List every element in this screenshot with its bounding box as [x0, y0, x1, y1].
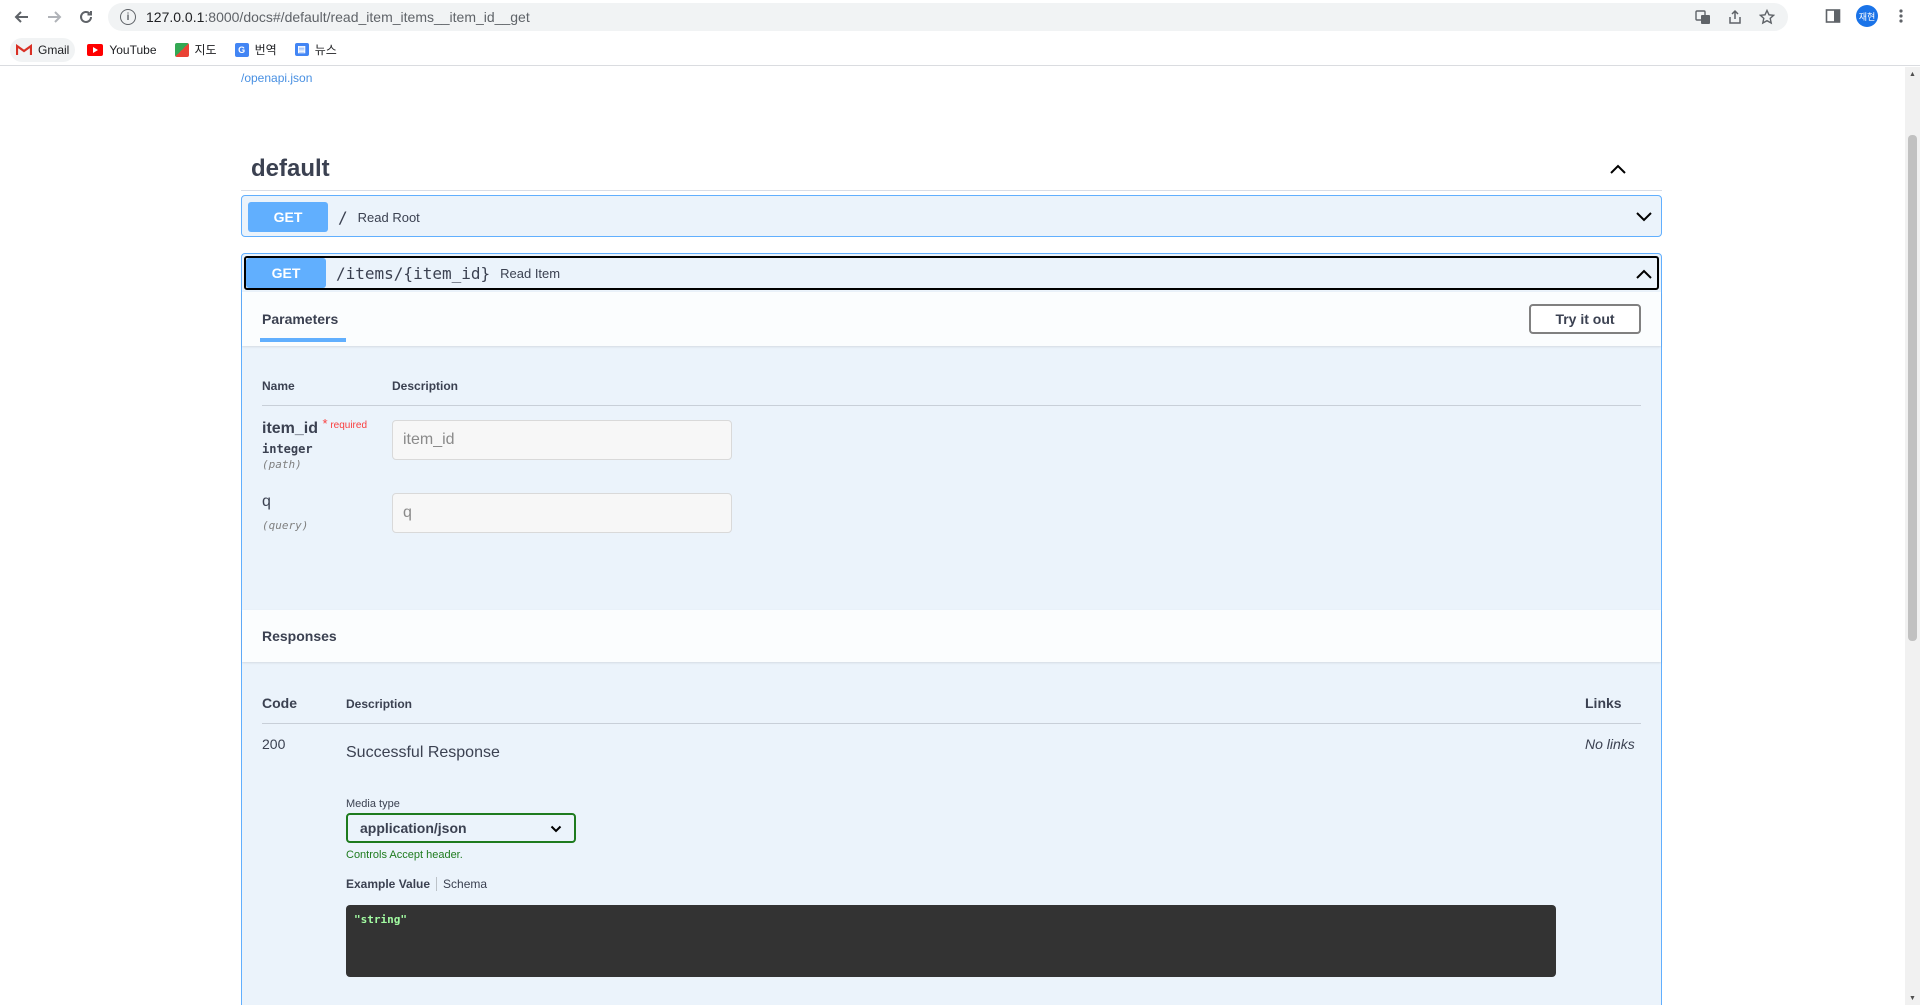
chevron-down-icon[interactable]: [1633, 206, 1655, 228]
chevron-up-icon[interactable]: [1633, 263, 1655, 285]
bookmarks-bar: Gmail YouTube 지도 G 번역 ▤ 뉴스: [0, 34, 1920, 66]
op-path: /: [338, 207, 348, 227]
responses-columns: Code Description Links: [262, 662, 1641, 724]
col-description: Description: [392, 378, 459, 393]
param-name: q: [262, 493, 271, 510]
maps-icon: [174, 42, 189, 57]
news-icon: ▤: [294, 43, 309, 56]
openapi-link[interactable]: /openapi.json: [241, 71, 312, 85]
media-type-select[interactable]: application/json: [346, 813, 576, 843]
page-scrollbar[interactable]: ▲ ▼: [1905, 67, 1920, 1005]
param-in: (path): [262, 458, 302, 471]
scroll-down-icon[interactable]: ▼: [1905, 991, 1920, 1005]
url-host: 127.0.0.1: [146, 9, 205, 25]
controls-accept-note: Controls Accept header.: [346, 849, 463, 861]
gmail-icon: [16, 43, 32, 56]
chevron-up-icon[interactable]: [1606, 157, 1630, 181]
bookmark-translate[interactable]: G 번역: [229, 38, 283, 62]
param-in: (query): [262, 519, 309, 532]
q-input[interactable]: [392, 493, 732, 533]
translate-icon: G: [234, 42, 249, 57]
bookmark-gmail[interactable]: Gmail: [10, 37, 76, 62]
forward-icon[interactable]: [38, 1, 70, 33]
url-path: :8000/docs#/default/read_item_items__ite…: [204, 9, 530, 25]
op-summary: Read Item: [500, 265, 561, 281]
bookmark-label: YouTube: [109, 42, 157, 57]
param-row-q: q (query): [262, 493, 1641, 533]
op-summary: Read Root: [357, 209, 420, 225]
browser-toolbar: i 127.0.0.1:8000/docs#/default/read_item…: [0, 0, 1920, 34]
reload-icon[interactable]: [70, 1, 102, 33]
response-code: 200: [262, 736, 286, 752]
tab-example-value[interactable]: Example Value: [346, 877, 438, 891]
bookmark-star-icon[interactable]: [1758, 8, 1776, 26]
example-code-block: "string": [346, 905, 1556, 977]
response-description: Successful Response: [346, 744, 500, 761]
item-id-input[interactable]: [392, 420, 732, 460]
response-row-200: 200 Successful Response Media type appli…: [262, 724, 1641, 977]
profile-avatar[interactable]: 재현: [1856, 5, 1878, 27]
translate-page-icon[interactable]: [1694, 8, 1712, 26]
youtube-icon: [87, 43, 104, 56]
col-description: Description: [346, 697, 413, 711]
tab-schema[interactable]: Schema: [437, 877, 487, 891]
method-badge: GET: [246, 258, 326, 288]
site-info-icon[interactable]: i: [120, 9, 136, 25]
swagger-page: /openapi.json default GET / Read Root GE…: [0, 67, 1905, 1005]
opblock-summary[interactable]: GET /items/{item_id} Read Item: [244, 256, 1659, 290]
responses-table: Code Description Links 200 Successful Re…: [242, 662, 1661, 977]
opblock-read-root[interactable]: GET / Read Root: [241, 195, 1662, 237]
back-icon[interactable]: [6, 1, 38, 33]
menu-kebab-icon[interactable]: [1892, 7, 1910, 25]
scroll-up-icon[interactable]: ▲: [1905, 67, 1920, 81]
col-name: Name: [262, 378, 295, 393]
param-row-item-id: item_id * required integer (path): [262, 416, 1641, 471]
param-name: item_id: [262, 420, 319, 437]
chevron-down-icon: [550, 820, 562, 836]
tab-parameters[interactable]: Parameters: [259, 292, 347, 346]
opblock-read-item: GET /items/{item_id} Read Item Parameter…: [241, 253, 1662, 1005]
param-type: integer: [262, 442, 313, 456]
tag-title: default: [251, 154, 330, 182]
parameters-table: Name Description item_id * required inte…: [242, 346, 1661, 610]
bookmark-maps[interactable]: 지도: [169, 38, 223, 62]
response-links: No links: [1585, 736, 1635, 752]
media-type-label: Media type: [346, 798, 400, 810]
tag-section-header[interactable]: default: [241, 147, 1662, 191]
col-links: Links: [1585, 695, 1622, 711]
parameters-columns: Name Description: [262, 366, 1641, 406]
bookmark-label: 뉴스: [314, 43, 337, 57]
address-bar[interactable]: i 127.0.0.1:8000/docs#/default/read_item…: [108, 3, 1788, 31]
method-badge: GET: [248, 202, 328, 232]
col-code: Code: [262, 695, 297, 711]
media-type-value: application/json: [360, 820, 467, 836]
bookmark-label: Gmail: [38, 42, 70, 57]
bookmark-label: 번역: [254, 43, 277, 57]
parameters-header: Parameters Try it out: [242, 292, 1661, 346]
bookmark-news[interactable]: ▤ 뉴스: [289, 38, 343, 62]
bookmark-youtube[interactable]: YouTube: [81, 38, 162, 62]
bookmark-label: 지도: [194, 43, 217, 57]
side-panel-icon[interactable]: [1824, 7, 1842, 25]
example-tabs: Example Value Schema: [346, 877, 1585, 891]
opblock-summary[interactable]: GET / Read Root: [244, 198, 1659, 236]
scrollbar-thumb[interactable]: [1908, 135, 1917, 641]
share-icon[interactable]: [1726, 8, 1744, 26]
try-it-out-button[interactable]: Try it out: [1529, 304, 1641, 334]
op-path: /items/{item_id}: [336, 263, 491, 283]
required-marker: * required: [322, 416, 368, 431]
responses-header: Responses: [242, 610, 1661, 662]
